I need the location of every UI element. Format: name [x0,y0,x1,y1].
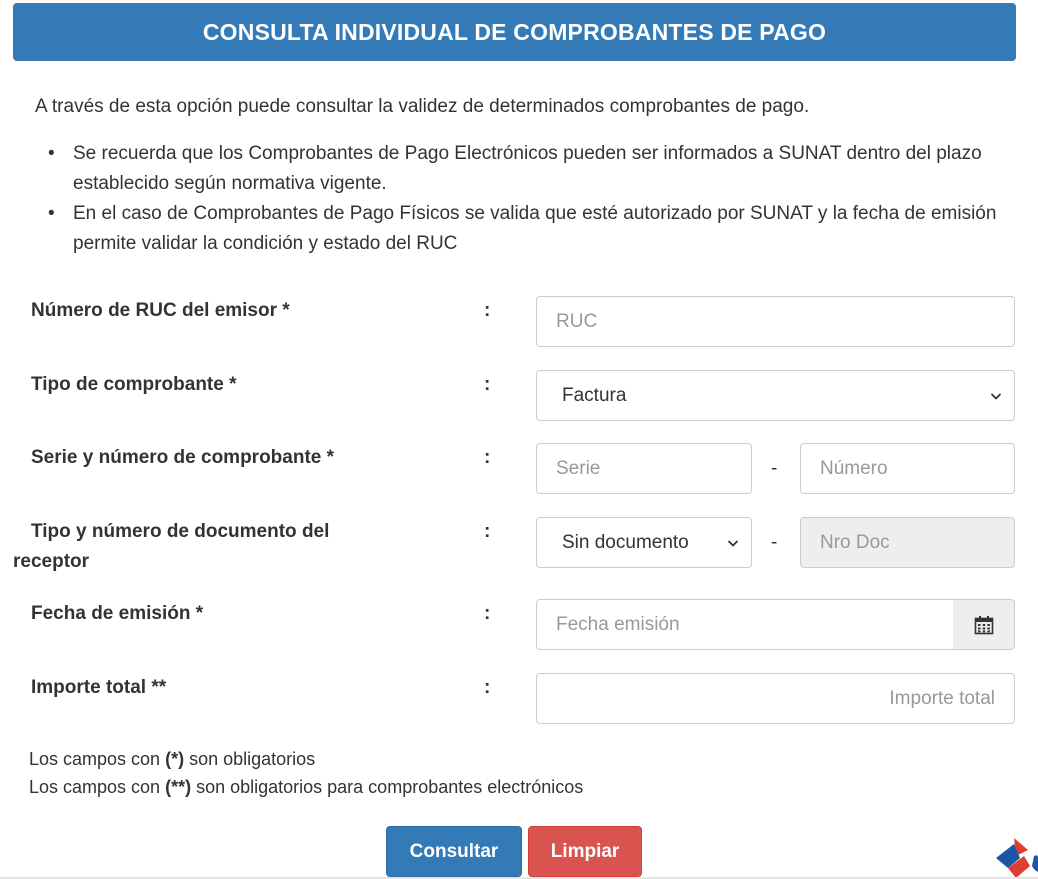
colon: : [484,677,491,698]
required-note-suffix: son obligatorios [184,749,316,769]
ruc-label: Número de RUC del emisor * [31,300,290,321]
separator-dash: - [771,532,778,553]
tipo-documento-select[interactable]: Sin documento [536,517,752,568]
tipo-comprobante-value: Factura [562,384,627,406]
electronic-note-mark: (**) [165,777,192,797]
tipo-comprobante-label: Tipo de comprobante * [31,374,237,395]
required-note: Los campos con (*) son obligatorios [29,747,315,771]
colon: : [484,447,491,468]
ruc-placeholder: RUC [556,310,598,332]
documento-receptor-label: Tipo y número de documento del [31,521,330,542]
tipo-documento-value: Sin documento [562,531,689,553]
fecha-emision-input[interactable]: Fecha emisión [536,599,954,650]
calendar-button[interactable] [953,599,1015,650]
chevron-down-icon [727,539,739,547]
serie-placeholder: Serie [556,457,601,479]
required-note-prefix: Los campos con [29,749,166,769]
documento-receptor-label-line2: receptor [13,551,90,572]
numero-placeholder: Número [820,457,888,479]
importe-total-label: Importe total ** [31,677,167,698]
separator-dash: - [771,458,778,479]
numero-input[interactable]: Número [800,443,1015,494]
chevron-down-icon [990,392,1002,400]
consultar-button[interactable]: Consultar [386,826,522,877]
fecha-emision-placeholder: Fecha emisión [556,613,680,635]
importe-total-placeholder: Importe total [889,687,995,709]
fecha-emision-label: Fecha de emisión * [31,603,204,624]
calendar-icon [974,615,993,634]
limpiar-button[interactable]: Limpiar [528,826,642,877]
page-header: CONSULTA INDIVIDUAL DE COMPROBANTES DE P… [13,3,1016,61]
serie-input[interactable]: Serie [536,443,752,494]
electronic-note-prefix: Los campos con [29,777,166,797]
sunat-logo [994,836,1038,879]
nro-doc-input[interactable]: Nro Doc [800,517,1015,568]
info-list-item: Se recuerda que los Comprobantes de Pago… [40,139,1025,199]
electronic-note: Los campos con (**) son obligatorios par… [29,775,583,799]
tipo-comprobante-select[interactable]: Factura [536,370,1015,421]
colon: : [484,521,491,542]
info-list: Se recuerda que los Comprobantes de Pago… [40,139,1025,259]
electronic-note-suffix: son obligatorios para comprobantes elect… [191,777,584,797]
colon: : [484,603,491,624]
ruc-input[interactable]: RUC [536,296,1015,347]
serie-numero-label: Serie y número de comprobante * [31,447,335,468]
colon: : [484,374,491,395]
page-title: CONSULTA INDIVIDUAL DE COMPROBANTES DE P… [202,18,827,45]
importe-total-input[interactable]: Importe total [536,673,1015,724]
info-list-item: En el caso de Comprobantes de Pago Físic… [40,199,1025,259]
nro-doc-placeholder: Nro Doc [820,531,890,553]
colon: : [484,300,491,321]
intro-text: A través de esta opción puede consultar … [35,96,810,117]
required-note-mark: (*) [165,749,185,769]
